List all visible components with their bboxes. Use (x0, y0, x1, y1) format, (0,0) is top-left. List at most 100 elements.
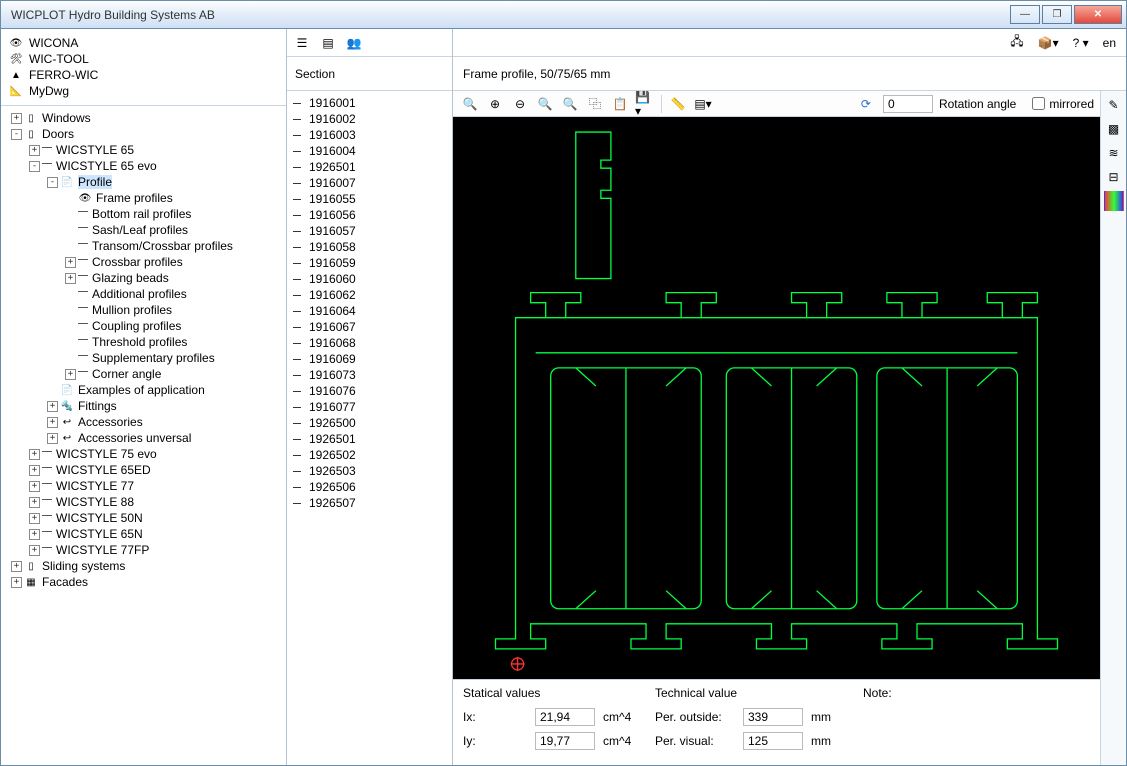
tree-expander[interactable]: + (29, 449, 40, 460)
tree-item[interactable]: +WICSTYLE 75 evo (3, 446, 284, 462)
section-item[interactable]: 1916056 (293, 207, 446, 223)
section-item[interactable]: 1926503 (293, 463, 446, 479)
tree-item[interactable]: Supplementary profiles (3, 350, 284, 366)
tree-item[interactable]: +WICSTYLE 65 (3, 142, 284, 158)
section-item[interactable]: 1916062 (293, 287, 446, 303)
profile-canvas[interactable] (453, 117, 1100, 679)
tree-item[interactable]: +WICSTYLE 65ED (3, 462, 284, 478)
clipboard-button[interactable]: 📋 (609, 93, 631, 115)
product-nav-item[interactable]: 🛠WIC-TOOL (9, 51, 278, 67)
tree-item[interactable]: -📄Profile (3, 174, 284, 190)
tree-item[interactable]: +🔩Fittings (3, 398, 284, 414)
section-item[interactable]: 1916059 (293, 255, 446, 271)
maximize-button[interactable]: ❐ (1042, 5, 1072, 24)
tree-expander[interactable]: + (65, 369, 76, 380)
tree-item[interactable]: +WICSTYLE 77FP (3, 542, 284, 558)
zoom-extents-button[interactable]: 🔍 (459, 93, 481, 115)
tree-expander[interactable]: + (11, 113, 22, 124)
hatch-tool-button[interactable]: ▩ (1104, 119, 1124, 139)
section-item[interactable]: 1916001 (293, 95, 446, 111)
dim-tool-button[interactable]: ⊟ (1104, 167, 1124, 187)
tree-expander[interactable]: + (11, 561, 22, 572)
tree-item[interactable]: Coupling profiles (3, 318, 284, 334)
tree-expander[interactable]: + (47, 417, 58, 428)
help-button[interactable]: ? ▾ (1069, 33, 1093, 53)
tree-expander[interactable]: - (11, 129, 22, 140)
section-item[interactable]: 1926506 (293, 479, 446, 495)
tree-item[interactable]: Threshold profiles (3, 334, 284, 350)
close-button[interactable]: ✕ (1074, 5, 1122, 24)
section-item[interactable]: 1926501 (293, 159, 446, 175)
zoom-out-button[interactable]: ⊖ (509, 93, 531, 115)
section-item[interactable]: 1916067 (293, 319, 446, 335)
copy-button[interactable]: ⿻ (584, 93, 606, 115)
section-item[interactable]: 1926501 (293, 431, 446, 447)
tree-expander[interactable]: + (11, 577, 22, 588)
layers-dropdown[interactable]: ▤▾ (692, 93, 714, 115)
section-list[interactable]: 1916001191600219160031916004192650119160… (287, 91, 452, 765)
pencil-tool-button[interactable]: ✎ (1104, 95, 1124, 115)
tree-expander[interactable]: + (29, 497, 40, 508)
tree-expander[interactable]: + (29, 529, 40, 540)
section-item[interactable]: 1916003 (293, 127, 446, 143)
detail-view-button[interactable]: ▤ (317, 32, 339, 54)
save-button[interactable]: 💾▾ (634, 93, 656, 115)
measure-button[interactable]: 📏 (667, 93, 689, 115)
tree-expander[interactable]: + (47, 433, 58, 444)
product-nav-item[interactable]: ▲FERRO-WIC (9, 67, 278, 83)
tree-expander[interactable]: + (65, 257, 76, 268)
tree-item[interactable]: +↩Accessories (3, 414, 284, 430)
tree-item[interactable]: +Glazing beads (3, 270, 284, 286)
section-item[interactable]: 1916057 (293, 223, 446, 239)
rotate-button[interactable]: ⟳ (855, 93, 877, 115)
iy-input[interactable] (535, 732, 595, 750)
tree-item[interactable]: Sash/Leaf profiles (3, 222, 284, 238)
tree-item[interactable]: +▯Windows (3, 110, 284, 126)
color-tool-button[interactable] (1104, 191, 1124, 211)
tree-item[interactable]: Bottom rail profiles (3, 206, 284, 222)
tree-expander[interactable]: + (29, 545, 40, 556)
tree-item[interactable]: Mullion profiles (3, 302, 284, 318)
section-item[interactable]: 1916077 (293, 399, 446, 415)
section-item[interactable]: 1916073 (293, 367, 446, 383)
section-item[interactable]: 1926502 (293, 447, 446, 463)
tree-expander[interactable]: + (29, 513, 40, 524)
tree-expander[interactable]: + (29, 481, 40, 492)
tree-item[interactable]: +Corner angle (3, 366, 284, 382)
tree-item[interactable]: +WICSTYLE 65N (3, 526, 284, 542)
tree-expander[interactable]: + (29, 465, 40, 476)
section-item[interactable]: 1916076 (293, 383, 446, 399)
tree-item[interactable]: +WICSTYLE 88 (3, 494, 284, 510)
tree-item[interactable]: +WICSTYLE 50N (3, 510, 284, 526)
section-item[interactable]: 1916064 (293, 303, 446, 319)
section-item[interactable]: 1916004 (293, 143, 446, 159)
list-view-button[interactable]: ☰ (291, 32, 313, 54)
section-item[interactable]: 1916007 (293, 175, 446, 191)
tree-expander[interactable]: + (47, 401, 58, 412)
tree-item[interactable]: 👁Frame profiles (3, 190, 284, 206)
find-button[interactable]: 👥 (343, 32, 365, 54)
tree-item[interactable]: +▯Sliding systems (3, 558, 284, 574)
tree-expander[interactable]: - (47, 177, 58, 188)
tree-item[interactable]: +Crossbar profiles (3, 254, 284, 270)
mirrored-checkbox[interactable]: mirrored (1032, 97, 1094, 111)
zoom-all-button[interactable]: 🔍 (559, 93, 581, 115)
per-visual-input[interactable] (743, 732, 803, 750)
tree-item[interactable]: -▯Doors (3, 126, 284, 142)
section-item[interactable]: 1916060 (293, 271, 446, 287)
layer-tool-button[interactable]: ≋ (1104, 143, 1124, 163)
zoom-in-button[interactable]: ⊕ (484, 93, 506, 115)
tree-item[interactable]: +WICSTYLE 77 (3, 478, 284, 494)
tree-item[interactable]: +▦Facades (3, 574, 284, 590)
tree-item[interactable]: Additional profiles (3, 286, 284, 302)
tree-expander[interactable]: + (29, 145, 40, 156)
section-item[interactable]: 1916055 (293, 191, 446, 207)
section-item[interactable]: 1926500 (293, 415, 446, 431)
rotation-input[interactable] (883, 95, 933, 113)
db-sync-button[interactable]: 🖧 (1006, 33, 1027, 53)
section-item[interactable]: 1916002 (293, 111, 446, 127)
language-label[interactable]: en (1099, 33, 1120, 53)
tree-item[interactable]: -WICSTYLE 65 evo (3, 158, 284, 174)
tree-item[interactable]: +↩Accessories unversal (3, 430, 284, 446)
tree-item[interactable]: 📄Examples of application (3, 382, 284, 398)
